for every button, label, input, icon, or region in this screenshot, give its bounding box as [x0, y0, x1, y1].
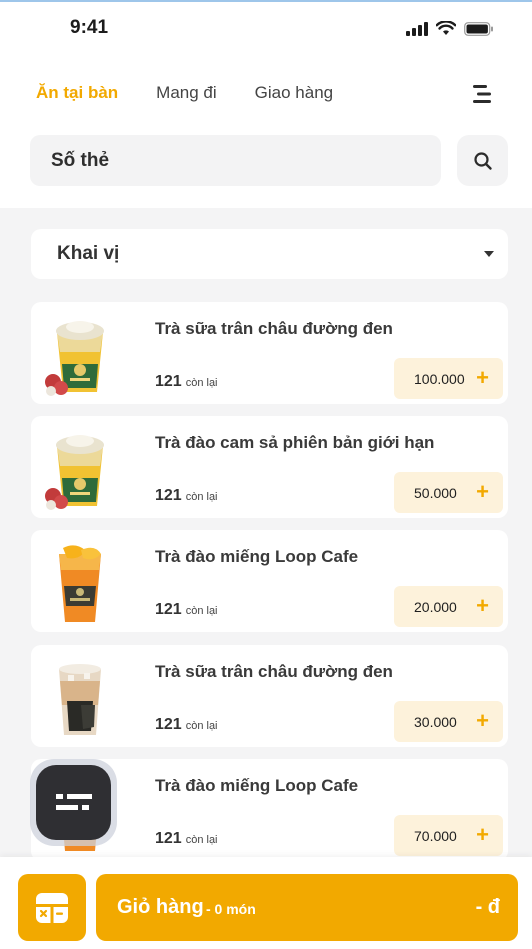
- product-stock: 121 còn lại: [155, 601, 218, 619]
- stock-count: 121: [155, 601, 182, 618]
- product-price: 20.000: [414, 598, 457, 615]
- cart-label: Giỏ hàng: [117, 896, 204, 918]
- stock-suffix: còn lại: [185, 377, 218, 389]
- product-stock: 121 còn lại: [155, 373, 218, 391]
- stock-suffix: còn lại: [185, 834, 218, 846]
- add-to-cart-button[interactable]: 50.000 +: [394, 472, 503, 513]
- product-stock: 121 còn lại: [155, 830, 218, 848]
- lychee-tea-cup-image: [45, 435, 104, 510]
- calculator-button[interactable]: [18, 874, 86, 941]
- plus-icon: +: [476, 708, 489, 733]
- order-type-tabs: Ăn tại bàn Mang đi Giao hàng: [36, 83, 371, 103]
- menu-icon: [473, 85, 491, 103]
- stock-count: 121: [155, 487, 182, 504]
- product-price: 50.000: [414, 484, 457, 501]
- product-name: Trà đào miếng Loop Cafe: [155, 776, 359, 795]
- product-card[interactable]: Trà sữa trân châu đường đen 121 còn lại 3…: [31, 645, 508, 747]
- tab-dine-in[interactable]: Ăn tại bàn: [36, 83, 118, 103]
- menu-button[interactable]: [470, 82, 494, 106]
- floating-menu-button[interactable]: [30, 759, 117, 846]
- lychee-tea-cup-image: [45, 321, 104, 396]
- product-card[interactable]: Trà sữa trân châu đường đen 121 còn lại 1…: [31, 302, 508, 404]
- floating-menu-inner: [36, 765, 111, 840]
- product-stock: 121 còn lại: [155, 716, 218, 734]
- product-card[interactable]: Trà đào miếng Loop Cafe 121 còn lại 20.00…: [31, 530, 508, 632]
- product-name: Trà sữa trân châu đường đen: [155, 319, 393, 338]
- product-name: Trà đào cam sả phiên bản giới hạn: [155, 433, 435, 452]
- jelly-tea-cup-image: [59, 664, 101, 735]
- add-to-cart-button[interactable]: 70.000 +: [394, 815, 503, 856]
- search-icon: [473, 151, 492, 170]
- product-price: 100.000: [414, 370, 465, 387]
- plus-icon: +: [476, 479, 489, 504]
- product-stock: 121 còn lại: [155, 487, 218, 505]
- stock-count: 121: [155, 716, 182, 733]
- signal-icon: [406, 21, 428, 36]
- add-to-cart-button[interactable]: 30.000 +: [394, 701, 503, 742]
- stock-count: 121: [155, 373, 182, 390]
- tab-take-away[interactable]: Mang đi: [156, 83, 216, 103]
- add-to-cart-button[interactable]: 20.000 +: [394, 586, 503, 627]
- add-to-cart-button[interactable]: 100.000 +: [394, 358, 503, 399]
- stock-suffix: còn lại: [185, 491, 218, 503]
- product-name: Trà sữa trân châu đường đen: [155, 662, 393, 681]
- wifi-icon: [436, 21, 456, 35]
- search-button[interactable]: [457, 135, 508, 186]
- product-name: Trà đào miếng Loop Cafe: [155, 547, 359, 566]
- product-price: 30.000: [414, 713, 457, 730]
- cart-count: - 0 món: [206, 901, 256, 917]
- bottom-bar: Giỏ hàng - 0 món - đ: [0, 857, 532, 949]
- plus-icon: +: [476, 822, 489, 847]
- product-price: 70.000: [414, 827, 457, 844]
- tab-delivery[interactable]: Giao hàng: [255, 83, 333, 103]
- caret-down-icon: [484, 251, 494, 257]
- cart-total: - đ: [475, 896, 500, 918]
- stock-count: 121: [155, 830, 182, 847]
- plus-icon: +: [476, 365, 489, 390]
- product-card[interactable]: Trà đào cam sả phiên bản giới hạn 121 còn…: [31, 416, 508, 518]
- card-number-input[interactable]: [30, 135, 441, 186]
- category-label: Khai vị: [57, 243, 120, 264]
- status-time: 9:41: [70, 17, 109, 38]
- peach-tea-cup-image: [59, 545, 101, 622]
- stock-suffix: còn lại: [185, 720, 218, 732]
- plus-icon: +: [476, 593, 489, 618]
- list-icon: [56, 794, 92, 810]
- cart-button[interactable]: Giỏ hàng - 0 món - đ: [96, 874, 518, 941]
- stock-suffix: còn lại: [185, 605, 218, 617]
- calculator-icon: [36, 892, 68, 923]
- category-dropdown[interactable]: Khai vị: [31, 229, 508, 279]
- status-icons: [406, 21, 494, 36]
- header: 9:41 Ăn tại bàn Mang đi Giao hàng: [0, 2, 532, 208]
- battery-icon: [464, 21, 493, 36]
